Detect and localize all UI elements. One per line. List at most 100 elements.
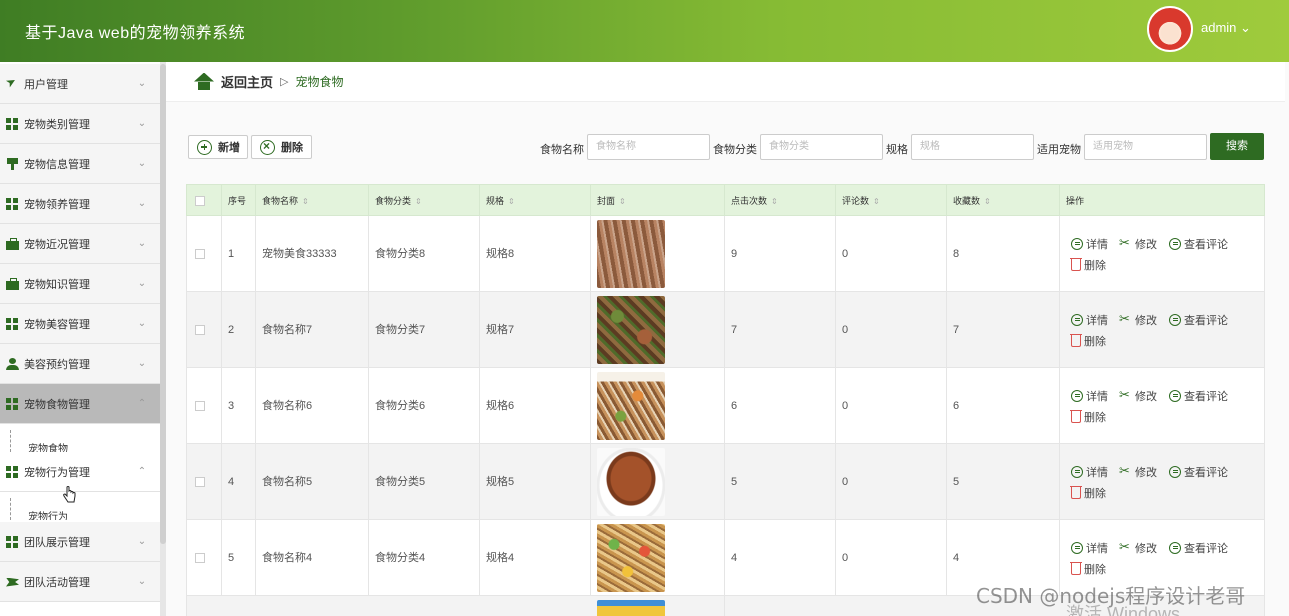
home-icon[interactable]	[194, 73, 214, 91]
delete-button[interactable]: 删除	[251, 135, 312, 159]
header-spec[interactable]: 规格 ⇕	[480, 185, 591, 217]
row-select[interactable]	[187, 292, 222, 368]
delete-link[interactable]: 删除	[1070, 409, 1106, 425]
row-select[interactable]	[187, 444, 222, 520]
breadcrumb-separator: ▷	[280, 76, 289, 88]
sidebar-subitem-pet-food[interactable]: 宠物食物	[10, 430, 150, 452]
chevron-down-icon: ⌄	[137, 576, 147, 587]
cell-comments: 0	[836, 368, 947, 444]
filter-input-spec[interactable]: 规格	[911, 134, 1034, 160]
edit-link[interactable]: 修改	[1119, 235, 1157, 252]
sidebar-subitem-label: 宠物行为	[28, 512, 68, 520]
detail-icon	[1071, 466, 1083, 478]
sidebar-item-pet-category[interactable]: 宠物类别管理 ⌄	[0, 104, 160, 144]
edit-link[interactable]: 修改	[1119, 387, 1157, 404]
header-name[interactable]: 食物名称 ⇕	[256, 185, 369, 217]
checkbox[interactable]	[195, 553, 205, 563]
sidebar-item-label: 团队活动管理	[24, 576, 90, 589]
view-comments-link[interactable]: 查看评论	[1169, 236, 1228, 252]
delete-link[interactable]: 删除	[1070, 333, 1106, 349]
table-row: 1 宠物美食33333 食物分类8 规格8 9 0 8 详情 修改 查看评论 删…	[186, 216, 1265, 292]
cell-name: 食物名称5	[256, 444, 369, 520]
checkbox[interactable]	[195, 325, 205, 335]
delete-link[interactable]: 删除	[1070, 561, 1106, 577]
avatar[interactable]	[1147, 6, 1193, 52]
detail-link[interactable]: 详情	[1071, 388, 1108, 404]
sidebar-item-pet-adoption[interactable]: 宠物领养管理 ⌄	[0, 184, 160, 224]
cell-clicks: 7	[725, 292, 836, 368]
detail-link[interactable]: 详情	[1071, 540, 1108, 556]
table-row: 3 食物名称6 食物分类6 规格6 6 0 6 详情 修改 查看评论 删除	[186, 368, 1265, 444]
checkbox[interactable]	[195, 249, 205, 259]
edit-link[interactable]: 修改	[1119, 539, 1157, 556]
sidebar-item-pet-grooming[interactable]: 宠物美容管理 ⌄	[0, 304, 160, 344]
sidebar: 用户管理 ⌄ 宠物类别管理 ⌄ 宠物信息管理 ⌄ 宠物领养管理 ⌄ 宠物近况管理…	[0, 62, 166, 616]
comment-icon	[1169, 238, 1181, 250]
edit-link[interactable]: 修改	[1119, 463, 1157, 480]
sidebar-item-pet-behavior[interactable]: 宠物行为管理 ⌃	[0, 452, 160, 492]
cell-favorites: 5	[947, 444, 1060, 520]
header-clicks[interactable]: 点击次数 ⇕	[725, 185, 836, 217]
view-comments-link[interactable]: 查看评论	[1169, 540, 1228, 556]
sidebar-item-pet-knowledge[interactable]: 宠物知识管理 ⌄	[0, 264, 160, 304]
sidebar-item-label: 宠物类别管理	[24, 118, 90, 131]
cover-image[interactable]	[597, 524, 665, 592]
row-select[interactable]	[187, 520, 222, 596]
cover-image[interactable]	[597, 220, 665, 288]
checkbox[interactable]	[195, 401, 205, 411]
sidebar-item-pet-food[interactable]: 宠物食物管理 ⌃	[0, 384, 160, 424]
cell-comments: 0	[836, 520, 947, 596]
cover-image[interactable]	[597, 448, 665, 516]
detail-link[interactable]: 详情	[1071, 236, 1108, 252]
filter-input-category[interactable]: 食物分类	[760, 134, 883, 160]
trash-icon	[1070, 486, 1082, 499]
delete-link[interactable]: 删除	[1070, 257, 1106, 273]
filter-input-pet[interactable]: 适用宠物	[1084, 134, 1207, 160]
edit-icon	[1119, 539, 1132, 555]
header-category[interactable]: 食物分类 ⇕	[369, 185, 480, 217]
user-menu[interactable]: admin ⌄	[1201, 20, 1251, 36]
cell-cover	[591, 292, 725, 368]
toolbar: 新增 删除 食物名称 食物名称 食物分类 食物分类 规格 规格 适用宠物 适用宠…	[188, 133, 1268, 162]
sort-icon: ⇕	[508, 197, 515, 206]
paper-plane-icon	[6, 78, 20, 90]
view-comments-link[interactable]: 查看评论	[1169, 388, 1228, 404]
row-select[interactable]	[187, 368, 222, 444]
cell-category: 食物分类7	[369, 292, 480, 368]
sidebar-item-label: 宠物领养管理	[24, 198, 90, 211]
cover-image[interactable]	[597, 296, 665, 364]
edit-link[interactable]: 修改	[1119, 311, 1157, 328]
sidebar-item-pet-info[interactable]: 宠物信息管理 ⌄	[0, 144, 160, 184]
search-button[interactable]: 搜索	[1210, 133, 1264, 160]
detail-link[interactable]: 详情	[1071, 312, 1108, 328]
checkbox[interactable]	[195, 477, 205, 487]
header-cover[interactable]: 封面 ⇕	[591, 185, 725, 217]
header-favorites[interactable]: 收藏数 ⇕	[947, 185, 1060, 217]
sidebar-subitem-pet-behavior[interactable]: 宠物行为	[10, 498, 150, 520]
sort-icon: ⇕	[415, 197, 422, 206]
cell-clicks: 6	[725, 368, 836, 444]
checkbox[interactable]	[195, 196, 205, 206]
sidebar-item-team-activity[interactable]: 团队活动管理 ⌄	[0, 562, 160, 602]
sidebar-item-grooming-booking[interactable]: 美容预约管理 ⌄	[0, 344, 160, 384]
breadcrumb-home[interactable]: 返回主页	[221, 72, 273, 91]
view-comments-link[interactable]: 查看评论	[1169, 312, 1228, 328]
header-select-all[interactable]	[187, 185, 222, 217]
breadcrumb-current: 宠物食物	[295, 75, 344, 89]
sidebar-item-pet-status[interactable]: 宠物近况管理 ⌄	[0, 224, 160, 264]
sidebar-item-team-display[interactable]: 团队展示管理 ⌄	[0, 522, 160, 562]
sidebar-item-users[interactable]: 用户管理 ⌄	[0, 64, 160, 104]
cell-name: 食物名称6	[256, 368, 369, 444]
row-select[interactable]	[187, 216, 222, 292]
cover-image[interactable]	[597, 600, 665, 616]
pin-icon	[6, 157, 20, 170]
view-comments-link[interactable]: 查看评论	[1169, 464, 1228, 480]
header-comments[interactable]: 评论数 ⇕	[836, 185, 947, 217]
filter-input-name[interactable]: 食物名称	[587, 134, 710, 160]
cell-index: 2	[222, 292, 256, 368]
detail-link[interactable]: 详情	[1071, 464, 1108, 480]
delete-link[interactable]: 删除	[1070, 485, 1106, 501]
cover-image[interactable]	[597, 372, 665, 440]
add-button[interactable]: 新增	[188, 135, 248, 159]
grid-icon	[6, 117, 20, 130]
